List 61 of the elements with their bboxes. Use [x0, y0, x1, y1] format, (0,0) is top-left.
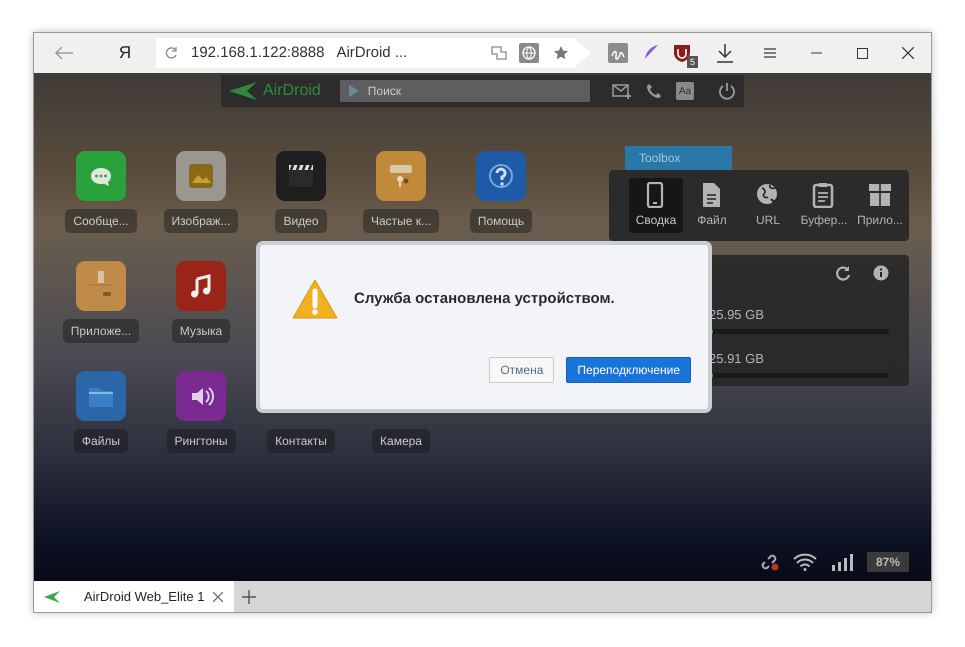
app-label[interactable]: Сообще...: [65, 209, 137, 233]
toolbox-item[interactable]: URL: [741, 178, 795, 233]
app-label[interactable]: Музыка: [172, 319, 230, 343]
mail-plus-icon[interactable]: [612, 82, 632, 100]
battery-level: 87%: [866, 552, 909, 572]
extension-badge: 5: [686, 56, 698, 68]
music-note-icon[interactable]: [176, 261, 226, 311]
feather-icon[interactable]: [640, 43, 660, 63]
phone-icon[interactable]: [646, 83, 662, 99]
refresh-icon[interactable]: [835, 265, 851, 281]
wifi-icon: [792, 553, 817, 571]
address-text[interactable]: 192.168.1.122:8888: [191, 42, 324, 64]
tab-close-icon[interactable]: [213, 592, 223, 602]
app-label[interactable]: Приложе...: [62, 319, 140, 343]
app-label[interactable]: Изображ...: [164, 209, 238, 233]
browser-logo[interactable]: Я: [94, 33, 156, 73]
warning-icon: [292, 279, 338, 319]
toolbox-item[interactable]: Прило...: [853, 178, 907, 233]
app-logo-text: AirDroid: [263, 81, 321, 101]
paper-plane-logo-icon: [44, 590, 60, 602]
maximize-icon[interactable]: [856, 48, 868, 58]
clapperboard-icon[interactable]: [276, 151, 326, 201]
app-label[interactable]: Файлы: [74, 429, 128, 453]
info-icon[interactable]: [873, 265, 889, 281]
app-label[interactable]: Рингтоны: [166, 429, 236, 453]
alert-message: Служба остановлена устройством.: [354, 288, 615, 309]
tab-title: AirDroid Web_Elite 1: [84, 588, 204, 606]
scribble-logo-icon[interactable]: [608, 43, 628, 63]
cancel-button[interactable]: Отмена: [489, 357, 554, 383]
browser-tab[interactable]: AirDroid Web_Elite 1: [34, 581, 234, 612]
app-label[interactable]: Частые к...: [362, 209, 440, 233]
globe-icon[interactable]: [519, 43, 539, 63]
reload-icon[interactable]: [164, 46, 178, 60]
speaker-icon[interactable]: [176, 371, 226, 421]
signal-bars-icon: [830, 553, 853, 571]
question-mark-icon[interactable]: [476, 151, 526, 201]
package-icon[interactable]: [76, 261, 126, 311]
shield-icon[interactable]: [672, 43, 692, 63]
reconnect-button[interactable]: Переподключение: [566, 357, 691, 383]
chat-bubble-icon[interactable]: [76, 151, 126, 201]
app-label[interactable]: Контакты: [267, 429, 335, 453]
font-size-button[interactable]: Aa: [676, 82, 694, 100]
picture-icon[interactable]: [176, 151, 226, 201]
app-label[interactable]: Видео: [275, 209, 327, 233]
download-icon[interactable]: [716, 43, 734, 63]
paper-plane-logo-icon: [229, 82, 257, 100]
toolbox-item[interactable]: Файл: [685, 178, 739, 233]
minimize-icon[interactable]: [810, 52, 822, 54]
toolbox-item[interactable]: Сводка: [629, 178, 683, 233]
menu-icon[interactable]: [764, 48, 776, 58]
toolbox-item[interactable]: Буфер...: [797, 178, 851, 233]
power-icon[interactable]: [718, 82, 736, 100]
page-title: AirDroid ...: [336, 42, 408, 63]
star-icon[interactable]: [553, 45, 569, 61]
clipboard-icon: [812, 182, 836, 208]
new-tab-icon[interactable]: [242, 590, 256, 604]
close-icon[interactable]: [902, 47, 914, 59]
app-label[interactable]: Камера: [372, 429, 430, 453]
broken-link-icon: [758, 553, 779, 571]
search-field[interactable]: Поиск: [340, 80, 590, 102]
app-label[interactable]: Помощь: [470, 209, 532, 233]
